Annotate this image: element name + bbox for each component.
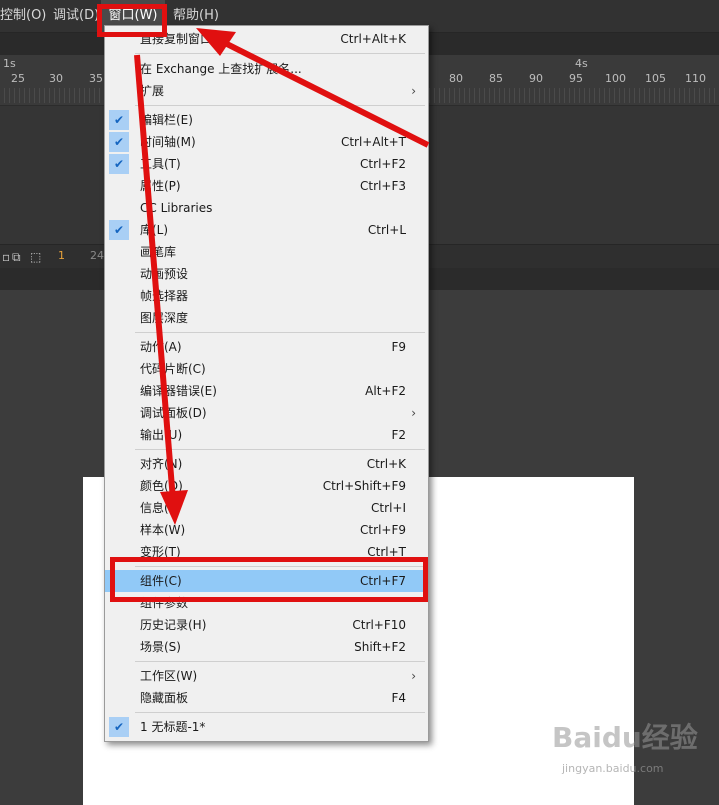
annotation-arrow-line (213, 35, 430, 148)
annotation-arrowhead (160, 490, 188, 525)
annotation-arrows (134, 28, 430, 525)
annotation-arrow-line (134, 54, 176, 501)
annotation-arrowhead (196, 28, 236, 56)
